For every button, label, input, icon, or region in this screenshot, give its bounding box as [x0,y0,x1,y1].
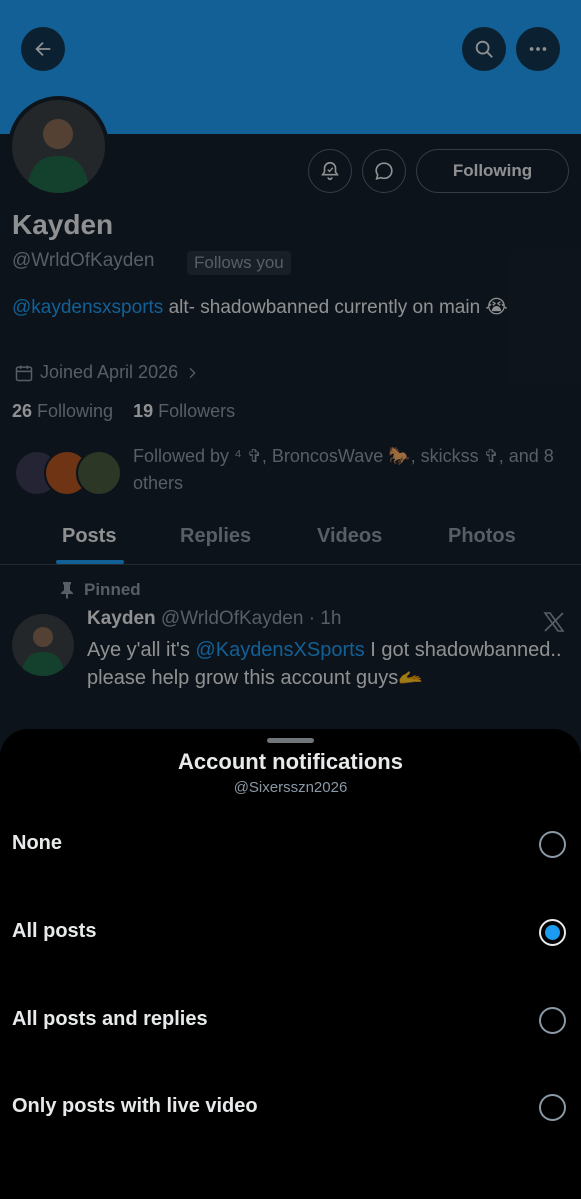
sheet-subtitle: @Sixersszn2026 [233,779,348,796]
account-notifications-sheet: Account notifications @Sixersszn2026 Non… [0,729,581,1199]
sheet-title: Account notifications [178,749,403,774]
option-all-posts[interactable]: All posts [0,894,581,974]
option-none[interactable]: None [0,806,581,886]
option-label: Only posts with live video [12,1095,258,1117]
sheet-drag-handle[interactable] [267,738,314,743]
option-label: All posts and replies [12,1008,208,1030]
radio-button[interactable] [539,1007,566,1034]
radio-button[interactable] [539,1094,566,1121]
radio-button-selected[interactable] [539,919,566,946]
option-live-video[interactable]: Only posts with live video [0,1069,581,1149]
option-label: All posts [12,920,97,942]
option-all-posts-and-replies[interactable]: All posts and replies [0,982,581,1062]
option-label: None [12,832,62,854]
radio-button[interactable] [539,831,566,858]
